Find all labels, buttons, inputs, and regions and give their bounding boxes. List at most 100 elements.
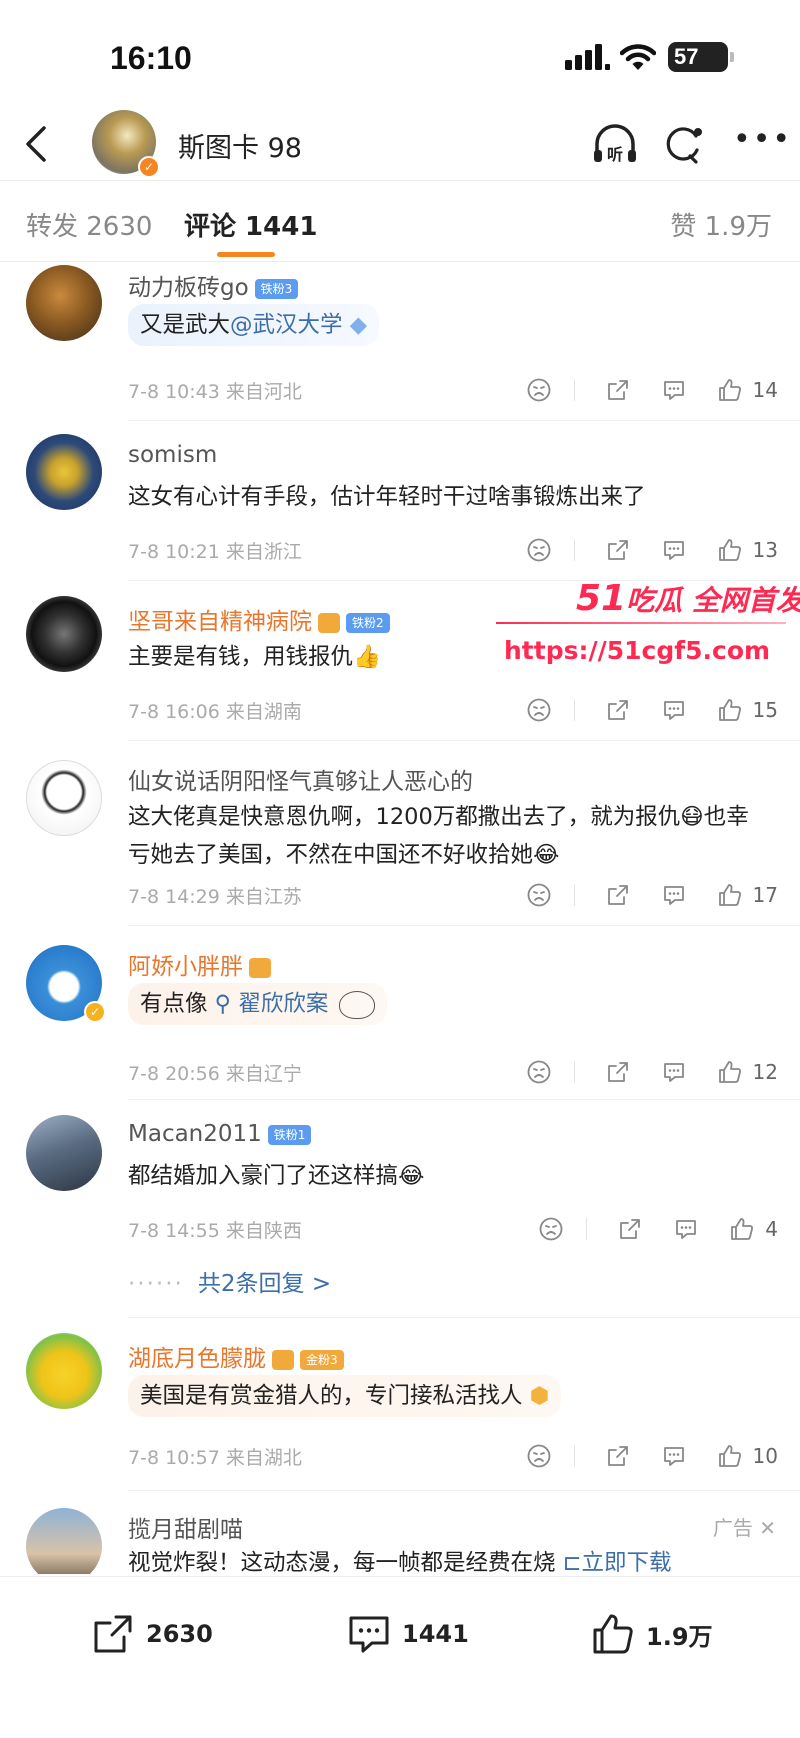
watermark-url: https://51cgf5.com — [504, 636, 771, 665]
row-divider — [128, 1099, 800, 1100]
avatar[interactable] — [26, 1333, 102, 1409]
avatar[interactable]: ✓ — [92, 110, 160, 178]
top-bar: ✓ 斯图卡 98 听 ••• — [0, 110, 800, 180]
share-icon[interactable] — [605, 377, 631, 403]
watermark-line — [496, 622, 786, 624]
comment-author[interactable]: Macan2011 铁粉1 — [128, 1121, 312, 1147]
like-button[interactable]: 1.9万 — [590, 1609, 713, 1659]
share-icon[interactable] — [605, 882, 631, 908]
reply-icon[interactable] — [673, 1216, 699, 1242]
dislike-icon[interactable] — [526, 537, 552, 563]
tab-repost[interactable]: 转发 2630 — [26, 206, 152, 243]
like-icon[interactable] — [717, 537, 743, 563]
tab-likes[interactable]: 赞 1.9万 — [670, 206, 772, 243]
download-link[interactable]: ⊏立即下载 — [563, 1550, 672, 1574]
view-replies-link[interactable]: ······ 共2条回复 > — [128, 1264, 331, 1298]
back-arrow-icon[interactable] — [18, 122, 58, 166]
comment-bubble: 又是武大@武汉大学 ◆ — [128, 304, 379, 346]
close-icon[interactable]: ✕ — [759, 1516, 776, 1540]
page-title[interactable]: 斯图卡 98 — [178, 126, 302, 165]
ad-item[interactable]: 揽月甜剧喵 广告 ✕ 视觉炸裂！这动态漫，每一帧都是经费在烧 ⊏立即下载 — [0, 1492, 800, 1574]
tab-comments[interactable]: 评论 1441 — [184, 206, 317, 243]
action-divider — [573, 884, 575, 906]
battery-indicator: 57 — [668, 42, 734, 72]
reply-icon[interactable] — [661, 377, 687, 403]
comment-author[interactable]: 仙女说话阴阳怪气真够让人恶心的 — [128, 762, 473, 796]
crown-icon — [249, 957, 271, 978]
comment-meta: 7-8 10:21 来自浙江 13 — [128, 535, 778, 565]
action-divider — [573, 1445, 575, 1467]
watermark-title: 51吃瓜 全网首发 — [576, 578, 800, 619]
comment-button[interactable]: 1441 — [346, 1609, 469, 1659]
mention-link[interactable]: @武汉大学 — [230, 312, 343, 338]
dislike-icon[interactable] — [526, 882, 552, 908]
comment-bubble: 美国是有赏金猎人的，专门接私活找人 ⬢ — [128, 1375, 562, 1417]
diamond-icon: ◆ — [349, 312, 367, 338]
verified-badge-icon: ✓ — [84, 1001, 106, 1023]
comment-author[interactable]: 湖底月色朦胧 金粉3 — [128, 1339, 344, 1373]
share-icon[interactable] — [617, 1216, 643, 1242]
avatar[interactable]: ✓ — [26, 945, 106, 1023]
row-divider — [128, 925, 800, 926]
share-icon[interactable] — [605, 1443, 631, 1469]
like-count: 10 — [752, 1444, 778, 1468]
avatar[interactable] — [26, 1508, 102, 1574]
comment-author[interactable]: 动力板砖go 铁粉3 — [128, 268, 299, 302]
cat-sticker-icon — [339, 990, 376, 1019]
fan-badge: 铁粉2 — [346, 612, 390, 633]
reply-icon[interactable] — [661, 882, 687, 908]
dislike-icon[interactable] — [538, 1216, 564, 1242]
reply-icon[interactable] — [661, 1443, 687, 1469]
verified-badge-icon: ✓ — [138, 156, 160, 178]
search-link[interactable]: ⚲ 翟欣欣案 — [215, 991, 329, 1017]
listen-icon[interactable]: 听 — [590, 120, 640, 170]
row-divider — [128, 1490, 800, 1491]
like-icon[interactable] — [717, 697, 743, 723]
comment-meta: 7-8 20:56 来自辽宁 12 — [128, 1057, 778, 1087]
comment-meta: 7-8 10:43 来自河北 14 — [128, 375, 778, 405]
tabs-divider — [0, 261, 800, 262]
dislike-icon[interactable] — [526, 697, 552, 723]
comment-text: 美国是有赏金猎人的，专门接私活找人 ⬢ — [128, 1375, 768, 1417]
action-divider — [573, 539, 575, 561]
comment-author[interactable]: 坚哥来自精神病院 铁粉2 — [128, 602, 390, 636]
avatar[interactable] — [26, 265, 102, 341]
ad-label: 广告 ✕ — [712, 1516, 776, 1540]
share-icon[interactable] — [605, 1059, 631, 1085]
comment-meta: 7-8 16:06 来自湖南 15 — [128, 695, 778, 725]
repost-button[interactable]: 2630 — [90, 1609, 213, 1659]
like-count: 14 — [752, 378, 778, 402]
dislike-icon[interactable] — [526, 377, 552, 403]
like-icon[interactable] — [717, 882, 743, 908]
like-icon[interactable] — [729, 1216, 755, 1242]
avatar[interactable] — [26, 434, 102, 510]
comment-author[interactable]: 阿娇小胖胖 — [128, 947, 271, 981]
wifi-icon — [620, 44, 656, 70]
dislike-icon[interactable] — [526, 1059, 552, 1085]
more-icon[interactable]: ••• — [733, 125, 790, 160]
comment-time: 7-8 16:06 来自湖南 — [128, 701, 302, 723]
like-icon[interactable] — [717, 377, 743, 403]
reply-icon[interactable] — [661, 697, 687, 723]
avatar[interactable] — [26, 596, 102, 672]
comment-author[interactable]: somism — [128, 442, 217, 468]
like-icon[interactable] — [717, 1059, 743, 1085]
comment-author[interactable]: 揽月甜剧喵 — [128, 1510, 243, 1544]
reply-icon[interactable] — [661, 537, 687, 563]
like-icon[interactable] — [717, 1443, 743, 1469]
reply-icon[interactable] — [661, 1059, 687, 1085]
share-icon[interactable] — [605, 537, 631, 563]
comment-meta: 7-8 14:29 来自江苏 17 — [128, 880, 778, 910]
fan-badge: 铁粉1 — [267, 1124, 312, 1145]
row-divider — [128, 420, 800, 421]
avatar[interactable] — [26, 760, 102, 836]
avatar[interactable] — [26, 1115, 102, 1191]
share-icon[interactable] — [605, 697, 631, 723]
like-count: 12 — [752, 1060, 778, 1084]
comment-meta: 7-8 10:57 来自湖北 10 — [128, 1441, 778, 1471]
like-count: 17 — [752, 883, 778, 907]
dislike-icon[interactable] — [526, 1443, 552, 1469]
comment-bubble: 有点像 ⚲ 翟欣欣案 — [128, 983, 388, 1025]
refresh-icon[interactable] — [662, 122, 706, 166]
comment-time: 7-8 10:21 来自浙江 — [128, 541, 302, 563]
